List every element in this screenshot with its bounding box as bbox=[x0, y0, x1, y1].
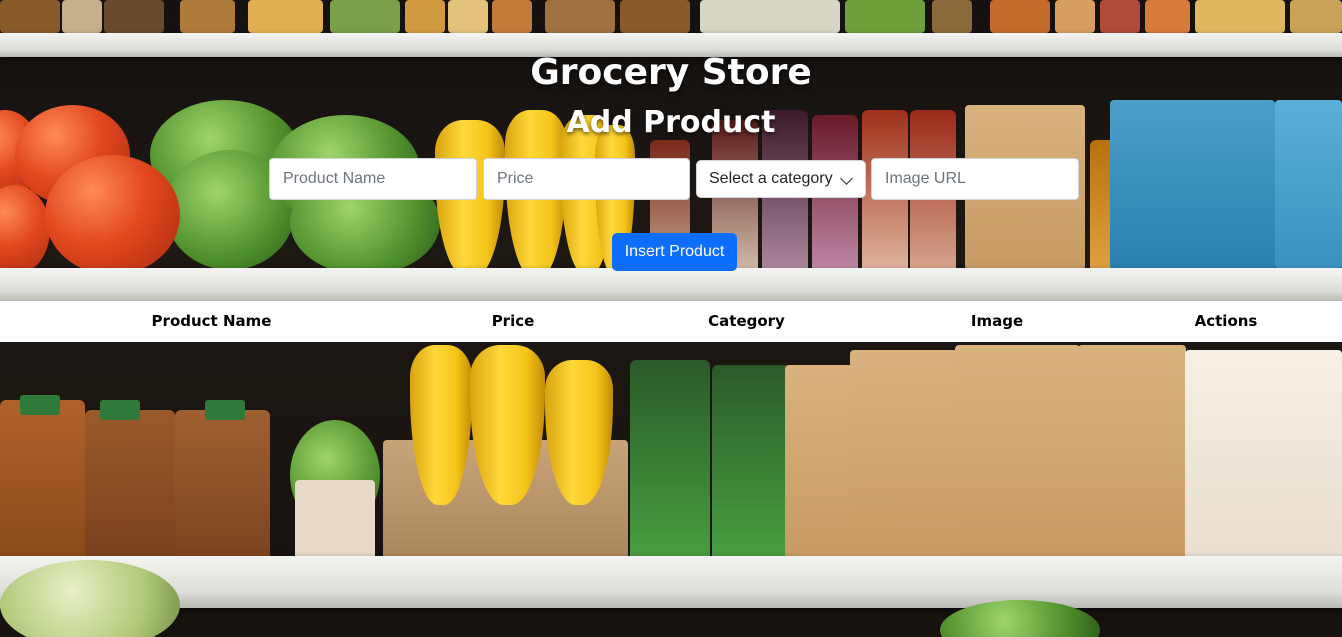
column-header-category: Category bbox=[708, 312, 785, 330]
column-header-price: Price bbox=[491, 312, 535, 330]
add-product-heading: Add Product bbox=[566, 105, 776, 140]
category-select[interactable]: Select a category bbox=[696, 160, 866, 198]
image-url-input[interactable] bbox=[871, 158, 1079, 200]
column-header-image: Image bbox=[970, 312, 1024, 330]
category-select-value: Select a category bbox=[709, 170, 833, 187]
page-title: Grocery Store bbox=[530, 52, 812, 93]
column-header-product-name: Product Name bbox=[151, 312, 272, 330]
products-table-header: Product Name Price Category Image Action… bbox=[0, 301, 1342, 342]
product-name-input[interactable] bbox=[269, 158, 477, 200]
chevron-down-icon bbox=[840, 172, 853, 185]
column-header-actions: Actions bbox=[1194, 312, 1258, 330]
price-input[interactable] bbox=[483, 158, 690, 200]
insert-product-button[interactable]: Insert Product bbox=[612, 233, 737, 271]
